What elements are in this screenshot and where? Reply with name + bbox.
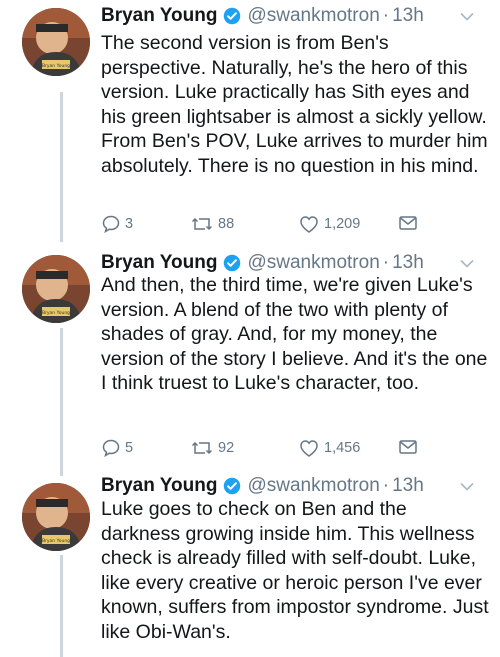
tweet-actions: 3 88 1,209 (101, 214, 431, 236)
tweet-text: And then, the third time, we're given Lu… (101, 273, 491, 396)
verified-badge-icon (224, 477, 241, 495)
message-button[interactable] (398, 438, 422, 456)
avatar[interactable]: Bryan Young (22, 8, 90, 76)
reply-count: 3 (125, 216, 134, 232)
retweet-count: 92 (218, 440, 235, 456)
reply-button[interactable]: 3 (101, 214, 133, 234)
tweet[interactable]: Bryan Young Bryan Young @swankmotron · 1… (0, 245, 500, 473)
tweet-actions: 5 92 1,456 (101, 438, 431, 460)
envelope-icon (399, 440, 417, 454)
avatar-caption: Bryan Young (42, 538, 70, 544)
like-count: 1,456 (324, 440, 361, 456)
message-button[interactable] (398, 214, 422, 232)
verified-badge-icon (224, 7, 241, 25)
tweet-text: Luke goes to check on Ben and the darkne… (101, 497, 491, 644)
envelope-icon (399, 216, 417, 230)
handle[interactable]: @swankmotron (247, 475, 379, 497)
handle[interactable]: @swankmotron (247, 252, 379, 274)
retweet-icon (191, 217, 213, 231)
avatar-caption: Bryan Young (42, 310, 70, 316)
separator: · (382, 475, 390, 496)
display-name[interactable]: Bryan Young (101, 475, 217, 497)
retweet-button[interactable]: 88 (190, 214, 234, 234)
tweet-text: The second version is from Ben's perspec… (101, 31, 491, 178)
tweet-text-body: And then, the third time, we're given Lu… (101, 274, 488, 394)
tweet-text-body: Luke goes to check on Ben and the darkne… (101, 498, 489, 643)
like-button[interactable]: 1,209 (298, 214, 360, 234)
tweet-header: Bryan Young @swankmotron · 13h (101, 3, 424, 29)
handle[interactable]: @swankmotron (247, 5, 379, 27)
timestamp[interactable]: 13h (392, 5, 424, 27)
separator: · (382, 5, 390, 26)
retweet-button[interactable]: 92 (190, 438, 234, 458)
heart-icon (300, 440, 318, 457)
tweet[interactable]: Bryan Young Bryan Young @swankmotron · 1… (0, 0, 500, 245)
reply-count: 5 (125, 440, 134, 456)
verified-badge-icon (224, 254, 241, 272)
reply-button[interactable]: 5 (101, 438, 133, 458)
like-button[interactable]: 1,456 (298, 438, 360, 458)
like-count: 1,209 (324, 216, 361, 232)
tweet-header: Bryan Young @swankmotron · 13h (101, 473, 424, 499)
timestamp[interactable]: 13h (392, 475, 424, 497)
display-name[interactable]: Bryan Young (101, 5, 217, 27)
tweet-text-body: The second version is from Ben's perspec… (101, 32, 488, 177)
retweet-count: 88 (218, 216, 235, 232)
heart-icon (300, 216, 318, 233)
reply-icon (102, 215, 120, 234)
separator: · (382, 252, 390, 273)
retweet-icon (191, 441, 213, 455)
avatar[interactable]: Bryan Young (22, 483, 90, 551)
reply-icon (102, 439, 120, 458)
display-name[interactable]: Bryan Young (101, 252, 217, 274)
chevron-down-icon[interactable] (460, 259, 474, 269)
avatar[interactable]: Bryan Young (22, 255, 90, 323)
chevron-down-icon[interactable] (460, 482, 474, 492)
avatar-caption: Bryan Young (42, 63, 70, 69)
chevron-down-icon[interactable] (460, 12, 474, 22)
timestamp[interactable]: 13h (392, 252, 424, 274)
tweet[interactable]: Bryan Young Bryan Young @swankmotron · 1… (0, 473, 500, 657)
